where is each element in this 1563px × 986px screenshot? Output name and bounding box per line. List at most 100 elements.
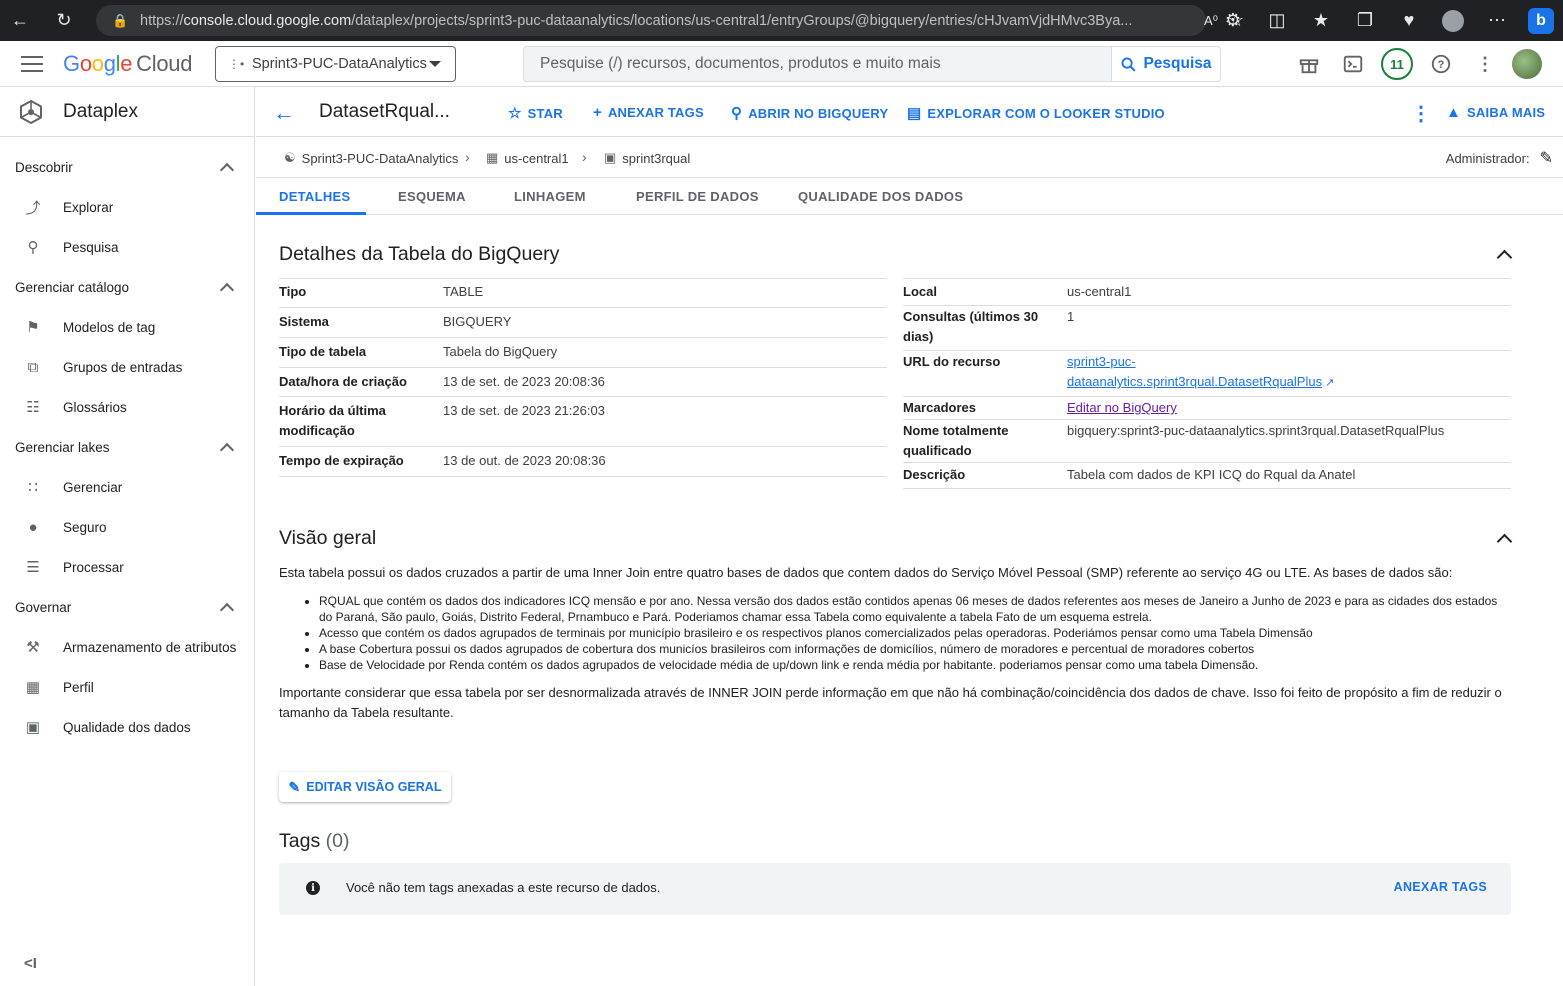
- chevron-up-icon[interactable]: [1496, 249, 1513, 266]
- sidebar-item-label: Pesquisa: [63, 239, 119, 255]
- grid-icon: ∷: [28, 479, 38, 496]
- administrator: Administrador: ✎: [1446, 148, 1553, 168]
- tags-empty-banner: i Você não tem tags anexadas a este recu…: [279, 863, 1511, 915]
- product-title: Dataplex: [63, 100, 138, 122]
- sidebar-item-seguro[interactable]: ● Seguro: [0, 507, 254, 547]
- project-picker[interactable]: ⋮• Sprint3-PUC-DataAnalytics: [215, 46, 456, 82]
- browser-menu-icon[interactable]: ⋯: [1475, 0, 1519, 41]
- overview-note: Importante considerar que essa tabela po…: [279, 685, 1502, 720]
- collapse-sidebar-button[interactable]: <I: [24, 955, 37, 972]
- breadcrumb-project[interactable]: ☯ Sprint3-PUC-DataAnalytics: [284, 150, 458, 166]
- quality-icon: ▣: [25, 719, 41, 736]
- detail-key: Horário da última modificação: [279, 403, 386, 438]
- back-arrow-icon[interactable]: ←: [273, 100, 295, 126]
- detail-row: URL do recurso sprint3-puc-dataanalytics.…: [903, 351, 1511, 397]
- detail-key: Descrição: [903, 467, 966, 482]
- search-input[interactable]: Pesquise (/) recursos, documentos, produ…: [523, 46, 1112, 82]
- sidebar-item-armazenamento-de-atributos[interactable]: ⚒ Armazenamento de atributos: [0, 627, 254, 667]
- browser-reload-icon[interactable]: ↻: [44, 0, 84, 41]
- sidebar-section-descobrir[interactable]: Descobrir: [0, 147, 254, 187]
- tab-esquema[interactable]: ESQUEMA: [398, 189, 466, 204]
- star-button[interactable]: ☆ STAR: [508, 104, 563, 122]
- main-content: ← DatasetRqual... ☆ STAR + ANEXAR TAGS ⚲ AB…: [256, 87, 1563, 986]
- detail-key: Data/hora de criação: [279, 374, 407, 389]
- detail-row: Tipo TABLE: [279, 279, 887, 308]
- admin-label: Administrador:: [1445, 150, 1530, 166]
- entry-groups-icon: ⧉: [27, 358, 39, 376]
- dropdown-caret-icon: [429, 61, 441, 67]
- health-icon[interactable]: ♥: [1387, 0, 1431, 41]
- edit-in-bigquery-link[interactable]: Editar no BigQuery: [1067, 400, 1177, 415]
- sidebar-item-qualidade-dos-dados[interactable]: ▣ Qualidade dos dados: [0, 707, 254, 747]
- project-icon: ⋮•: [228, 57, 245, 71]
- resource-url-link[interactable]: sprint3-puc-dataanalytics.sprint3rqual.D…: [1067, 354, 1322, 389]
- learn-more-button[interactable]: ▲ SAIBA MAIS: [1446, 104, 1545, 121]
- breadcrumb-dataset[interactable]: ▣ sprint3rqual: [604, 150, 690, 166]
- favorites-icon[interactable]: ★: [1299, 0, 1343, 41]
- learn-more-label: SAIBA MAIS: [1467, 105, 1546, 120]
- profile-avatar[interactable]: [1431, 0, 1475, 41]
- edit-pencil-icon[interactable]: ✎: [1540, 148, 1553, 168]
- help-icon[interactable]: ?: [1429, 52, 1453, 76]
- detail-value: 13 de out. de 2023 20:08:36: [443, 453, 606, 468]
- chevron-up-icon: [219, 602, 235, 617]
- split-screen-icon[interactable]: ◫: [1255, 0, 1299, 41]
- person-icon: ●: [28, 518, 38, 536]
- browser-back-icon[interactable]: ←: [0, 0, 40, 41]
- tab-linhagem[interactable]: LINHAGEM: [514, 189, 586, 204]
- list-icon: ☰: [26, 559, 40, 576]
- sidebar-item-glossarios[interactable]: ☷ Glossários: [0, 387, 254, 427]
- tab-detalhes[interactable]: DETALHES: [279, 189, 351, 204]
- search-button[interactable]: Pesquisa: [1111, 46, 1221, 82]
- more-options-icon[interactable]: ⋮: [1473, 52, 1497, 76]
- sidebar-item-modelos-de-tag[interactable]: ⚑ Modelos de tag: [0, 307, 254, 347]
- address-bar[interactable]: 🔒 https://console.cloud.google.com/datap…: [96, 5, 1206, 36]
- chevron-up-icon[interactable]: [1496, 533, 1513, 550]
- details-title: Detalhes da Tabela do BigQuery: [279, 243, 560, 265]
- chevron-right-icon: ›: [582, 149, 587, 165]
- notifications-badge[interactable]: 11: [1381, 48, 1413, 80]
- tag-icon: ⚑: [26, 319, 40, 336]
- overview-body: Esta tabela possui os dados cruzados a p…: [279, 563, 1511, 723]
- logo-letter: e: [120, 51, 133, 76]
- edit-overview-button[interactable]: ✎ EDITAR VISÃO GERAL: [279, 772, 451, 802]
- sidebar-item-explorar[interactable]: ⤴ Explorar: [0, 187, 254, 227]
- breadcrumb-label: us-central1: [504, 150, 569, 166]
- sidebar-item-perfil[interactable]: ▦ Perfil: [0, 667, 254, 707]
- cloud-shell-icon[interactable]: [1341, 52, 1365, 76]
- bing-icon[interactable]: b: [1519, 0, 1563, 41]
- breadcrumb-location[interactable]: ▦ us-central1: [486, 150, 569, 166]
- url-host: console.cloud.google.com: [183, 12, 352, 29]
- logo-letter: g: [103, 51, 116, 76]
- sidebar-item-label: Explorar: [63, 199, 114, 215]
- tab-qualidade-dos-dados[interactable]: QUALIDADE DOS DADOS: [798, 189, 963, 204]
- looker-studio-button[interactable]: ▤ EXPLORAR COM O LOOKER STUDIO: [907, 104, 1165, 122]
- attach-tags-link[interactable]: ANEXAR TAGS: [1394, 880, 1487, 894]
- extensions-icon[interactable]: ⚙: [1211, 0, 1255, 41]
- sidebar-section-gerenciar-lakes[interactable]: Gerenciar lakes: [0, 427, 254, 467]
- sidebar-header: Dataplex: [0, 87, 254, 137]
- detail-value: 1: [1067, 309, 1075, 324]
- sidebar-item-label: Modelos de tag: [63, 319, 156, 335]
- open-bigquery-button[interactable]: ⚲ ABRIR NO BIGQUERY: [731, 104, 888, 122]
- sidebar-item-pesquisa[interactable]: ⚲ Pesquisa: [0, 227, 254, 267]
- attach-tags-button[interactable]: + ANEXAR TAGS: [593, 104, 704, 121]
- detail-row: Data/hora de criação 13 de set. de 2023 2…: [279, 368, 887, 397]
- section-label: Gerenciar catálogo: [15, 279, 130, 295]
- sidebar-section-gerenciar-catalogo[interactable]: Gerenciar catálogo: [0, 267, 254, 307]
- gift-icon[interactable]: [1297, 52, 1321, 76]
- detail-row: Descrição Tabela com dados de KPI ICQ do …: [903, 463, 1511, 489]
- collections-icon[interactable]: ❐: [1343, 0, 1387, 41]
- google-cloud-logo[interactable]: Google Cloud: [63, 51, 192, 77]
- open-bigquery-label: ABRIR NO BIGQUERY: [748, 105, 889, 121]
- user-avatar[interactable]: [1512, 49, 1542, 79]
- sidebar-item-grupos-de-entradas[interactable]: ⧉ Grupos de entradas: [0, 347, 254, 387]
- tab-perfil-de-dados[interactable]: PERFIL DE DADOS: [636, 189, 759, 204]
- sidebar-section-governar[interactable]: Governar: [0, 587, 254, 627]
- sidebar-item-label: Grupos de entradas: [63, 359, 183, 375]
- sidebar-item-gerenciar[interactable]: ∷ Gerenciar: [0, 467, 254, 507]
- sidebar-item-processar[interactable]: ☰ Processar: [0, 547, 254, 587]
- main-menu-icon[interactable]: [21, 54, 43, 74]
- tags-count: (0): [325, 830, 350, 852]
- more-actions-icon[interactable]: ⋮: [1411, 101, 1431, 126]
